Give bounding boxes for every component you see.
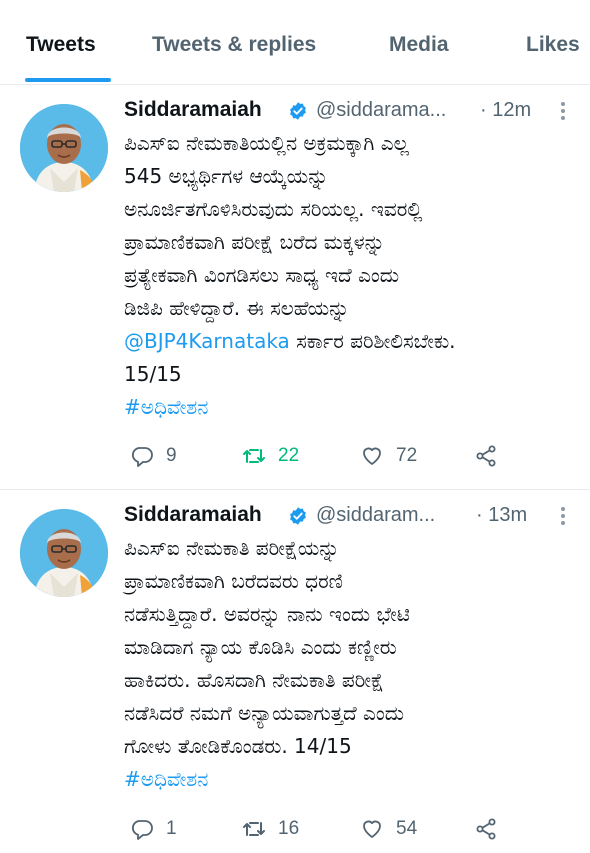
- tab-likes[interactable]: Likes: [526, 33, 580, 57]
- tweet-line: 545 ಅಭ್ಯರ್ಥಿಗಳ ಆಯ್ಕೆಯನ್ನು: [124, 164, 329, 188]
- reply-icon: [131, 447, 153, 467]
- reply-button[interactable]: 9: [130, 441, 177, 471]
- reply-count: 1: [166, 818, 177, 839]
- retweet-button[interactable]: 22: [242, 441, 299, 471]
- hashtag-link[interactable]: #ಅಧಿವೇಶನ: [124, 767, 208, 791]
- timestamp[interactable]: · 13m: [476, 504, 527, 527]
- tweet-line: ಪಿಎಸ್ಐ ನೇಮಕಾತಿ ಪರೀಕ್ಷೆಯನ್ನು: [124, 536, 340, 560]
- like-count: 72: [396, 445, 418, 466]
- tweet-line: ಪಿಎಸ್ಐ ನೇಮಕಾತಿಯಲ್ಲಿನ ಅಕ್ರಮಕ್ಕಾಗಿ ಎಲ್ಲ: [124, 131, 409, 155]
- like-count: 54: [396, 818, 418, 839]
- share-icon: [476, 818, 496, 840]
- tweet-line: ಪ್ರತ್ಯೇಕವಾಗಿ ವಿಂಗಡಿಸಲು ಸಾಧ್ಯ ಇದೆ ಎಂದು: [124, 263, 400, 287]
- avatar[interactable]: [20, 509, 108, 597]
- tweet-line: ನಡೆಸುತ್ತಿದ್ದಾರೆ. ಅವರನ್ನು ನಾನು ಇಂದು ಭೇಟಿ: [124, 602, 410, 626]
- tweet-line: #ಅಧಿವೇಶನ: [124, 763, 574, 796]
- tweet-line: ನಡೆಸಿದರೆ ನಮಗೆ ಅನ್ಯಾಯವಾಗುತ್ತದೆ ಎಂದು: [124, 701, 405, 725]
- reply-icon: [131, 820, 153, 840]
- heart-icon: [363, 820, 381, 838]
- tab-tweets-replies[interactable]: Tweets & replies: [152, 33, 316, 57]
- heart-icon: [363, 447, 381, 465]
- tweet-header: Siddaramaiah @siddarama... · 12m: [124, 98, 574, 128]
- hashtag-link[interactable]: #ಅಧಿವೇಶನ: [124, 395, 208, 419]
- avatar[interactable]: [20, 104, 108, 192]
- tweet-line: #ಅಧಿವೇಶನ: [124, 391, 574, 424]
- tweet-line: ಹಾಕಿದರು. ಹೊಸದಾಗಿ ನೇಮಕಾತಿ ಪರೀಕ್ಷೆ: [124, 668, 384, 692]
- timestamp[interactable]: · 12m: [480, 99, 531, 122]
- tab-media[interactable]: Media: [389, 33, 449, 57]
- tweet[interactable]: Siddaramaiah @siddarama... · 12m ಪಿಎಸ್ಐ …: [0, 85, 590, 490]
- author-name[interactable]: Siddaramaiah: [124, 503, 262, 527]
- thread-counter: 15/15: [124, 362, 182, 386]
- tab-tweets[interactable]: Tweets: [26, 33, 96, 57]
- like-button[interactable]: 54: [360, 814, 417, 844]
- author-name[interactable]: Siddaramaiah: [124, 98, 262, 122]
- tweet-line: ಪ್ರಾಮಾಣಿಕವಾಗಿ ಬರೆದವರು ಧರಣಿ: [124, 569, 343, 593]
- verified-badge-icon: [290, 507, 306, 525]
- author-handle[interactable]: @siddaram...: [316, 504, 435, 527]
- tweet-header: Siddaramaiah @siddaram... · 13m: [124, 503, 574, 533]
- retweet-icon: [243, 822, 265, 836]
- author-handle[interactable]: @siddarama...: [316, 99, 446, 122]
- like-button[interactable]: 72: [360, 441, 417, 471]
- tweet-line-text: ಸರ್ಕಾರ ಪರಿಶೀಲಿಸಬೇಕು.: [289, 329, 456, 353]
- share-button[interactable]: [474, 441, 498, 471]
- share-icon: [476, 445, 496, 467]
- retweet-count: 22: [278, 445, 300, 466]
- retweet-count: 16: [278, 818, 300, 839]
- reply-count: 9: [166, 445, 177, 466]
- tweet-line: ಅನೂರ್ಜಿತಗೊಳಿಸಿರುವುದು ಸರಿಯಲ್ಲ. ಇವರಲ್ಲಿ: [124, 197, 423, 221]
- tweet-line: ಗೋಳು ತೋಡಿಕೊಂಡರು. 14/15: [124, 734, 352, 758]
- tweet-line: ಡಿಜಿಪಿ ಹೇಳಿದ್ದಾರೆ. ಈ ಸಲಹೆಯನ್ನು: [124, 296, 350, 320]
- profile-tabs: Tweets Tweets & replies Media Likes: [0, 0, 590, 85]
- more-options-icon[interactable]: [560, 505, 566, 527]
- tweet-line: ಮಾಡಿದಾಗ ನ್ಯಾಯ ಕೊಡಿಸಿ ಎಂದು ಕಣ್ಣೀರು: [124, 635, 397, 659]
- retweet-icon: [243, 449, 265, 463]
- tweet-line: ಪ್ರಾಮಾಣಿಕವಾಗಿ ಪರೀಕ್ಷೆ ಬರೆದ ಮಕ್ಕಳನ್ನು: [124, 230, 385, 254]
- tweet[interactable]: Siddaramaiah @siddaram... · 13m ಪಿಎಸ್ಐ ನ…: [0, 490, 590, 853]
- reply-button[interactable]: 1: [130, 814, 177, 844]
- tweet-text: ಪಿಎಸ್ಐ ನೇಮಕಾತಿ ಪರೀಕ್ಷೆಯನ್ನು ಪ್ರಾಮಾಣಿಕವಾಗ…: [124, 532, 574, 796]
- retweet-button[interactable]: 16: [242, 814, 299, 844]
- more-options-icon[interactable]: [560, 100, 566, 122]
- share-button[interactable]: [474, 814, 498, 844]
- tweet-actions: 1 16 54: [124, 814, 574, 844]
- verified-badge-icon: [290, 102, 306, 120]
- tweet-actions: 9 22 72: [124, 441, 574, 471]
- tweet-line: @BJP4Karnataka ಸರ್ಕಾರ ಪರಿಶೀಲಿಸಬೇಕು.: [124, 325, 574, 358]
- active-tab-indicator: [25, 78, 111, 82]
- mention-link[interactable]: @BJP4Karnataka: [124, 329, 290, 353]
- tweet-text: ಪಿಎಸ್ಐ ನೇಮಕಾತಿಯಲ್ಲಿನ ಅಕ್ರಮಕ್ಕಾಗಿ ಎಲ್ಲ 54…: [124, 127, 574, 424]
